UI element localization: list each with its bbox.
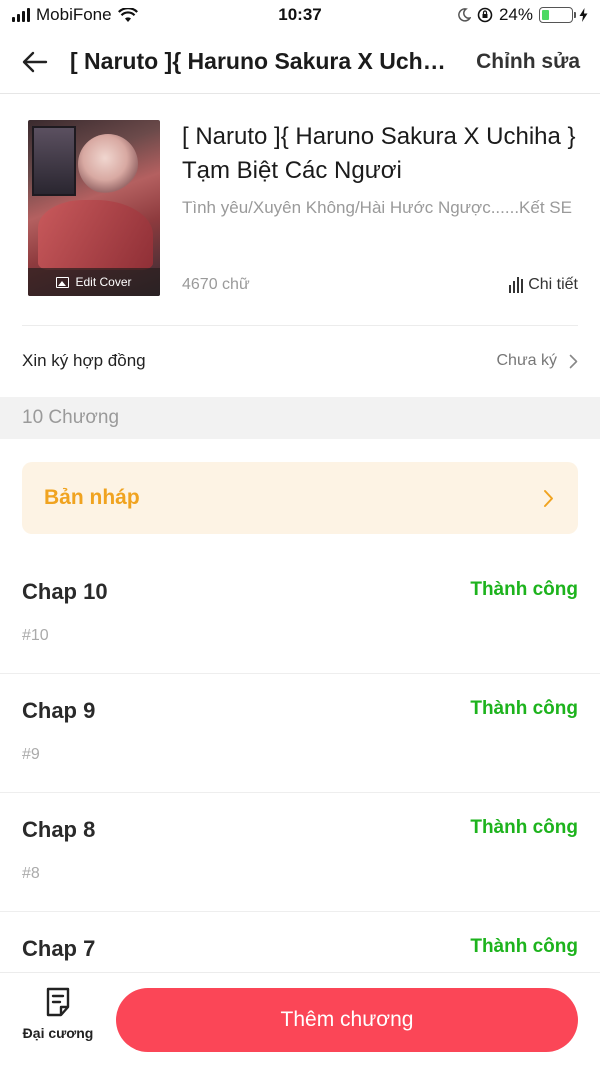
cover-art-figure — [78, 134, 138, 194]
book-genre: Tình yêu/Xuyên Không/Hài Hước Ngược.....… — [182, 198, 572, 217]
book-info-section: Edit Cover [ Naruto ]{ Haruno Sakura X U… — [28, 120, 578, 298]
draft-card[interactable]: Bản nháp — [22, 462, 578, 534]
wifi-icon — [117, 7, 138, 22]
chapter-status: Thành công — [470, 936, 578, 957]
nav-bar: [ Naruto ]{ Haruno Sakura X Uchiha } Tạm… — [0, 30, 600, 94]
chapter-count: 10 Chương — [22, 407, 120, 428]
chapter-name: Chap 10 — [22, 579, 108, 604]
chapter-item[interactable]: Chap 8 Thành công #8 — [0, 793, 600, 912]
carrier-name: MobiFone — [36, 5, 112, 24]
edit-button[interactable]: Chỉnh sửa — [462, 50, 600, 74]
stats-bars-icon — [509, 277, 524, 293]
status-right: 24% — [457, 5, 588, 25]
bottom-bar: Đại cương Thêm chương — [0, 972, 600, 1067]
draft-label: Bản nháp — [44, 486, 140, 509]
book-cover[interactable]: Edit Cover — [28, 120, 160, 296]
chapter-number: #9 — [22, 746, 40, 763]
chevron-right-icon — [569, 354, 578, 368]
book-meta: 4670 chữ Chi tiết — [182, 276, 578, 294]
moon-icon — [458, 8, 471, 22]
battery-icon — [539, 7, 576, 23]
outline-button[interactable]: Đại cương — [18, 987, 98, 1053]
status-left: MobiFone — [12, 5, 138, 25]
book-title: [ Naruto ]{ Haruno Sakura X Uchiha } Tạm… — [182, 123, 576, 184]
contract-status: Chưa ký — [496, 352, 578, 370]
chevron-right-icon — [544, 489, 553, 507]
cover-art-robe — [38, 200, 153, 270]
chapter-status: Thành công — [470, 698, 578, 719]
chapter-number: #10 — [22, 627, 49, 644]
arrow-left-icon — [22, 51, 48, 72]
chapter-status: Thành công — [470, 817, 578, 838]
signal-icon — [12, 8, 30, 22]
chapter-item[interactable]: Chap 10 Thành công #10 — [0, 555, 600, 674]
chapter-name: Chap 8 — [22, 817, 96, 842]
image-icon — [56, 276, 70, 288]
contract-label: Xin ký hợp đồng — [22, 351, 146, 370]
chapter-item[interactable]: Chap 9 Thành công #9 — [0, 674, 600, 793]
detail-button[interactable]: Chi tiết — [509, 276, 578, 294]
charging-icon — [579, 8, 588, 22]
detail-label: Chi tiết — [528, 276, 578, 293]
book-details: [ Naruto ]{ Haruno Sakura X Uchiha } Tạm… — [182, 120, 578, 298]
chapter-count-header: 10 Chương — [0, 397, 600, 439]
orientation-lock-icon — [477, 7, 493, 23]
chapter-number: #8 — [22, 865, 40, 882]
document-icon — [46, 987, 70, 1017]
cover-art-window — [32, 126, 76, 196]
contract-status-text: Chưa ký — [496, 352, 557, 369]
outline-label: Đại cương — [22, 1025, 94, 1041]
chapter-list: Chap 10 Thành công #10 Chap 9 Thành công… — [0, 555, 600, 1031]
battery-fill — [542, 10, 549, 20]
page-title: [ Naruto ]{ Haruno Sakura X Uchiha } Tạm… — [70, 48, 462, 74]
chapter-name: Chap 9 — [22, 698, 96, 723]
edit-cover-label: Edit Cover — [75, 275, 132, 289]
contract-row[interactable]: Xin ký hợp đồng Chưa ký — [0, 326, 600, 396]
chapter-name: Chap 7 — [22, 936, 96, 961]
edit-cover-button[interactable]: Edit Cover — [28, 268, 160, 296]
battery-percent: 24% — [498, 5, 533, 24]
status-bar: MobiFone 10:37 24% — [0, 0, 600, 30]
chapter-status: Thành công — [470, 579, 578, 600]
back-button[interactable] — [0, 30, 70, 94]
word-count: 4670 chữ — [182, 276, 250, 293]
add-chapter-button[interactable]: Thêm chương — [116, 988, 578, 1052]
